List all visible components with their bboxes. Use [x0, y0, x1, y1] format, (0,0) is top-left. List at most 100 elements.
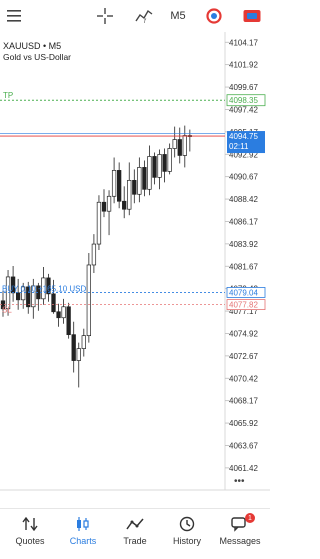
candle-body-bear [16, 292, 21, 301]
tab-trade-label: Trade [123, 536, 147, 546]
tab-trade[interactable]: Trade [108, 513, 162, 555]
candle-body-bull [147, 156, 152, 190]
trade-ticket-icon[interactable] [242, 6, 262, 26]
candle [142, 160, 147, 197]
objects-circle-icon[interactable] [205, 6, 223, 26]
timeframe-button[interactable]: M5 [168, 6, 188, 26]
price-tick-label: 4061.42 [229, 464, 258, 473]
candle [76, 342, 81, 388]
price-tick-label: 4101.92 [229, 61, 258, 70]
price-chart[interactable]: 4104.174101.924099.674097.424095.174092.… [0, 32, 270, 504]
candle [187, 129, 193, 152]
candle-body-bull [167, 148, 172, 172]
price-tick-label: 4072.67 [229, 352, 258, 361]
candle-body-bull [157, 154, 162, 178]
candles-icon [75, 513, 91, 535]
candle [101, 189, 107, 218]
indicators-f-icon[interactable]: f [134, 6, 154, 26]
position-label[interactable]: BUY 0.10 [2, 284, 37, 293]
candle-body-bull [182, 135, 187, 156]
candle-body-bear [142, 167, 147, 190]
candle [132, 169, 137, 204]
bottom-tab-bar: Quotes Charts Trade History 1 Messages [0, 508, 270, 559]
price-tick-label: 4097.42 [229, 105, 258, 114]
candle-body-bull [76, 348, 81, 361]
price-tick-label: 4104.17 [229, 38, 258, 47]
price-tick-label: 4086.17 [229, 217, 258, 226]
tab-history-label: History [172, 536, 201, 546]
candle-body-bull [137, 167, 142, 195]
take-profit-price: 4098.35 [229, 96, 258, 105]
candle [177, 127, 182, 164]
candle-body-bull [111, 170, 117, 197]
candle [137, 157, 142, 203]
candle-body-bull [91, 243, 97, 266]
chart-svg[interactable]: 4104.174101.924099.674097.424095.174092.… [0, 32, 270, 504]
candle [111, 157, 117, 204]
candle-body-bear [116, 170, 122, 202]
chart-symbol: XAUUSD • M5 [3, 41, 61, 51]
svg-text:f: f [144, 19, 147, 24]
price-tick-label: 4070.42 [229, 374, 258, 383]
price-tick-label: 4090.67 [229, 173, 258, 182]
candle-body-bear [66, 306, 71, 336]
candle-body-bear [71, 334, 76, 361]
candle [167, 143, 172, 175]
tab-history[interactable]: History [160, 513, 214, 555]
chart-description: Gold vs US-Dollar [3, 52, 71, 62]
stop-loss-label[interactable]: SL [2, 306, 12, 315]
candle-body-bull [86, 264, 92, 337]
trade-line-icon [126, 513, 144, 535]
price-tick-label: 4065.92 [229, 419, 258, 428]
candle-body-bull [127, 179, 132, 210]
candle [147, 145, 152, 196]
candle-body-bear [152, 156, 157, 178]
candle [81, 328, 86, 357]
candle-body-bear [122, 200, 127, 210]
candle [162, 148, 167, 183]
candle [66, 302, 71, 339]
bar-countdown: 02:11 [229, 142, 249, 151]
quotes-arrows-icon [22, 513, 38, 535]
candle [152, 152, 157, 185]
candle-body-bear [56, 311, 61, 319]
candle-body-bear [51, 293, 56, 313]
tab-quotes-label: Quotes [15, 536, 45, 546]
candle-body-bear [162, 154, 167, 172]
candle [127, 162, 132, 216]
candle-body-bull [61, 306, 66, 319]
candle [91, 234, 97, 273]
candle-body-bear [132, 179, 137, 195]
price-tick-label: 4074.92 [229, 329, 258, 338]
messages-badge: 1 [245, 513, 255, 523]
candle-body-bull [81, 335, 86, 349]
bid-price: 4094.75 [229, 132, 258, 141]
candle [122, 186, 127, 219]
candle [116, 162, 122, 209]
price-tick-label: 4083.92 [229, 240, 258, 249]
tab-charts[interactable]: Charts [56, 513, 110, 555]
candle-body-bull [96, 201, 102, 245]
more-options-icon[interactable]: ••• [234, 476, 245, 487]
candle-body-bull [172, 139, 177, 149]
candle [182, 125, 187, 168]
price-tick-label: 4063.67 [229, 441, 258, 450]
candle [86, 253, 92, 343]
crosshair-icon[interactable] [96, 6, 114, 26]
tab-messages[interactable]: 1 Messages [213, 513, 267, 555]
price-tick-label: 4099.67 [229, 83, 258, 92]
candle [71, 321, 76, 373]
candle [172, 126, 177, 158]
price-tick-label: 4088.42 [229, 195, 258, 204]
candle [157, 149, 162, 190]
position-price: 4079.04 [229, 288, 258, 297]
candle [106, 190, 112, 236]
tab-quotes[interactable]: Quotes [3, 513, 57, 555]
candle-body-bear [177, 139, 182, 156]
candle [61, 298, 66, 324]
hamburger-menu-icon[interactable] [6, 6, 22, 26]
price-tick-label: 4068.17 [229, 397, 258, 406]
take-profit-label[interactable]: TP [3, 91, 13, 100]
position-profit: +165.10 USD [38, 284, 86, 293]
tab-messages-label: Messages [219, 536, 261, 546]
